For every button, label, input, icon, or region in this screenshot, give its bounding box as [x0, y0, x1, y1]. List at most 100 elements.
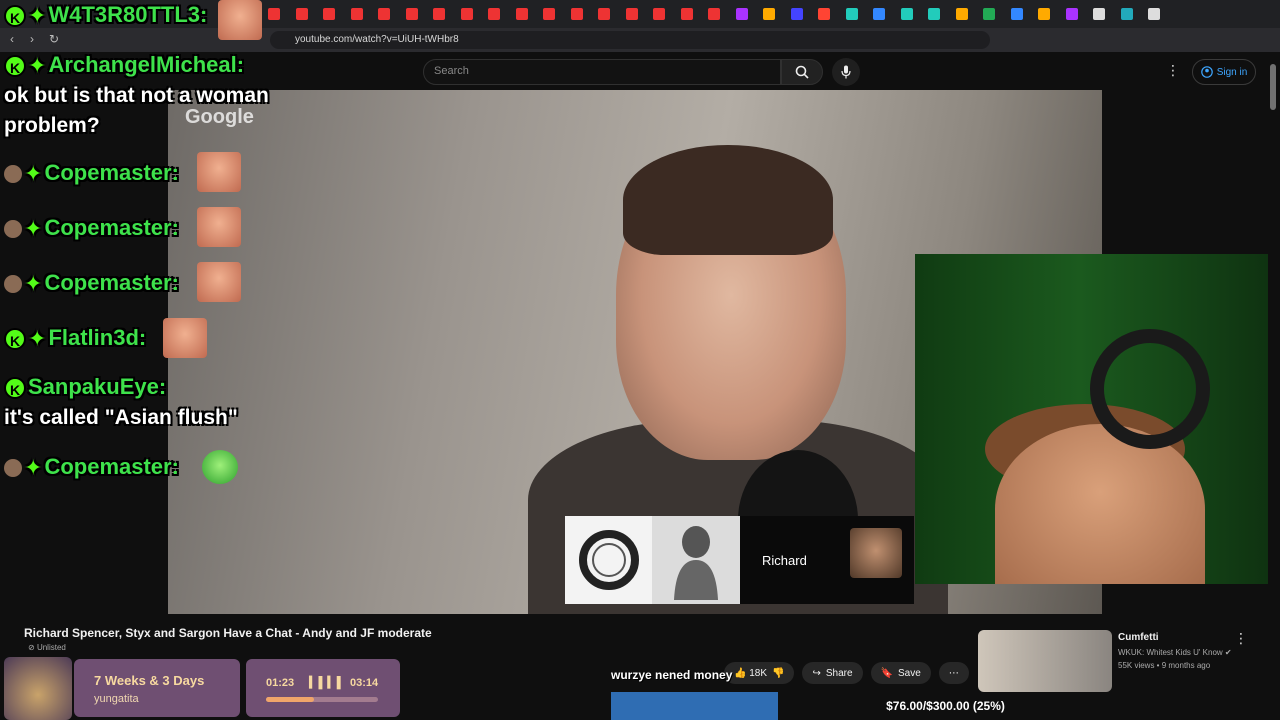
tab-favicon[interactable]	[845, 8, 858, 20]
chat-username: Flatlin3d:	[48, 325, 147, 350]
user-avatar	[4, 220, 22, 239]
tab-favicon[interactable]	[818, 8, 830, 20]
video-title: Richard Spencer, Styx and Sargon Have a …	[24, 626, 432, 640]
dislike-icon[interactable]: 👎	[772, 668, 784, 679]
share-button[interactable]: ↪ Share	[802, 662, 863, 684]
search-button[interactable]	[781, 59, 823, 85]
like-button[interactable]: 👍 18K	[734, 668, 767, 679]
chat-message: ✦Copemaster:	[4, 270, 179, 297]
save-label: Save	[898, 667, 921, 679]
recommended-stats: 55K views • 9 months ago	[1118, 661, 1211, 670]
tab-favicon[interactable]	[708, 8, 720, 20]
chat-message: K ✦Flatlin3d:	[4, 325, 146, 352]
tab-favicon[interactable]	[983, 8, 995, 20]
microphone-icon	[841, 65, 851, 79]
tab-favicon[interactable]	[680, 8, 693, 20]
subscriber-diamond-icon: ✦	[24, 161, 43, 187]
scrollbar-thumb[interactable]	[1270, 64, 1276, 110]
donation-goal-text: $76.00/$300.00 (25%)	[886, 699, 1005, 713]
visibility-label: Unlisted	[36, 643, 66, 652]
tab-favicon[interactable]	[268, 8, 280, 20]
kick-badge-icon: K	[4, 5, 26, 28]
account-icon	[1200, 66, 1213, 78]
recommended-thumbnail[interactable]	[978, 630, 1112, 692]
chat-username: Copemaster:	[44, 270, 179, 295]
tab-favicon[interactable]	[598, 8, 610, 20]
tab-favicon[interactable]	[653, 8, 665, 20]
recommended-title[interactable]: Cumfetti	[1118, 632, 1159, 643]
tab-favicon[interactable]	[488, 8, 500, 20]
user-avatar	[4, 165, 22, 184]
sign-in-button[interactable]: Sign in	[1192, 59, 1256, 85]
tab-favicon[interactable]	[763, 8, 775, 20]
chat-message: ✦Copemaster:	[4, 215, 179, 242]
chat-username: W4T3R80TTL3:	[48, 2, 208, 27]
tab-favicon[interactable]	[928, 8, 940, 20]
chat-message: K ✦ArchangelMicheal:	[4, 52, 244, 79]
scrollbar[interactable]	[1268, 52, 1280, 692]
tab-favicon[interactable]	[405, 8, 418, 20]
stream-chat-overlay: K ✦W4T3R80TTL3: K ✦ArchangelMicheal: ok bu…	[0, 0, 280, 500]
verified-icon: ✔	[1224, 648, 1232, 657]
recommended-channel-name: WKUK: Whitest Kids U' Know	[1118, 648, 1223, 657]
tab-favicon[interactable]	[625, 8, 638, 20]
tab-favicon[interactable]	[873, 8, 885, 20]
song-info: 7 Weeks & 3 Days yungatita	[74, 659, 240, 717]
chat-message: K ✦W4T3R80TTL3:	[4, 2, 207, 29]
face-emote	[197, 207, 241, 247]
tab-favicon[interactable]	[570, 8, 583, 20]
recommended-video[interactable]: Cumfetti WKUK: Whitest Kids U' Know ✔ 55…	[978, 630, 1268, 692]
tab-favicon[interactable]	[515, 8, 528, 20]
now-playing-widget: 7 Weeks & 3 Days yungatita 01:23 ▍▌▍▌ 03…	[4, 657, 400, 720]
search-input[interactable]	[423, 59, 781, 85]
subscriber-diamond-icon: ✦	[24, 216, 43, 242]
song-progress-track	[266, 697, 378, 702]
tab-favicon[interactable]	[1093, 8, 1105, 20]
search-placeholder: Search	[434, 65, 469, 77]
tab-favicon[interactable]	[735, 8, 748, 20]
tab-favicon[interactable]	[350, 8, 363, 20]
url-text[interactable]: youtube.com/watch?v=UiUH-tWHbr8	[295, 34, 459, 45]
overlay-ticker: wurzye nened money	[611, 668, 733, 682]
subscriber-diamond-icon: ✦	[28, 53, 47, 79]
tab-favicon[interactable]	[955, 8, 968, 20]
album-art	[4, 657, 72, 720]
more-icon: ⋯	[948, 667, 959, 679]
more-actions-button[interactable]: ⋯	[938, 662, 969, 684]
tab-favicon[interactable]	[543, 8, 555, 20]
share-label: Share	[825, 667, 853, 679]
total-time: 03:14	[350, 677, 379, 689]
video-actions: 👍 18K 👎 ↪ Share 🔖 Save ⋯	[724, 662, 969, 684]
streamer-face	[995, 424, 1205, 584]
chat-message: ✦Copemaster:	[4, 454, 179, 481]
tab-favicon[interactable]	[433, 8, 445, 20]
tab-favicon[interactable]	[323, 8, 335, 20]
song-artist: yungatita	[94, 693, 139, 705]
recommended-channel[interactable]: WKUK: Whitest Kids U' Know ✔	[1118, 648, 1232, 657]
sign-in-label: Sign in	[1216, 66, 1248, 78]
tab-favicon[interactable]	[1120, 8, 1133, 20]
voice-search-button[interactable]	[832, 58, 860, 86]
tab-favicon[interactable]	[460, 8, 473, 20]
recommended-menu-icon[interactable]: ⋮	[1234, 630, 1248, 647]
tab-favicon[interactable]	[1148, 8, 1160, 20]
tab-favicon[interactable]	[295, 8, 308, 20]
chat-username: SanpakuEye:	[28, 374, 167, 399]
tab-favicon[interactable]	[900, 8, 913, 20]
tab-favicon[interactable]	[1038, 8, 1050, 20]
face-emote	[197, 262, 241, 302]
tab-favicon[interactable]	[790, 8, 803, 20]
equalizer-icon: ▍▌▍▌	[309, 677, 346, 689]
tab-favicon[interactable]	[1065, 8, 1078, 20]
chat-message: K SanpakuEye:	[4, 374, 166, 400]
settings-kebab-icon[interactable]: ⋮	[1166, 62, 1180, 79]
participant-name: Richard	[762, 553, 807, 568]
subscriber-diamond-icon: ✦	[28, 326, 47, 352]
kick-badge-icon: K	[4, 377, 26, 400]
tab-favicon[interactable]	[378, 8, 390, 20]
song-progress-fill	[266, 697, 315, 702]
save-button[interactable]: 🔖 Save	[870, 662, 931, 684]
donation-goal-bar: $76.00/$300.00 (25%)	[611, 692, 1280, 720]
tab-favicon[interactable]	[1010, 8, 1023, 20]
headset-icon	[1090, 329, 1210, 449]
